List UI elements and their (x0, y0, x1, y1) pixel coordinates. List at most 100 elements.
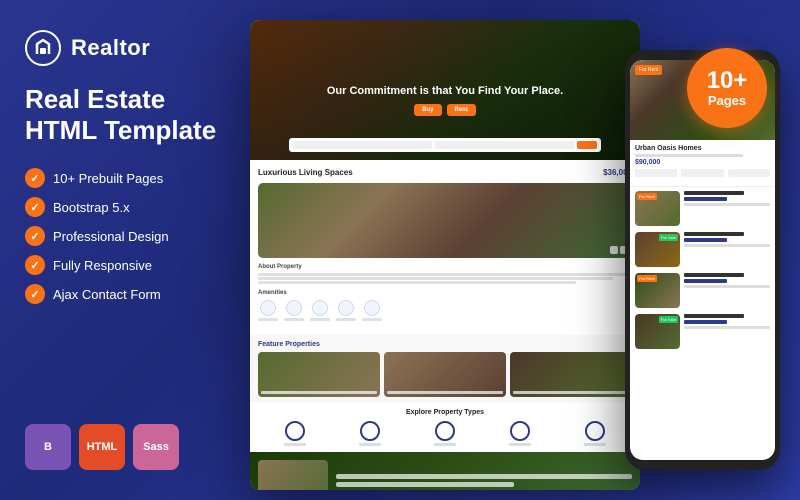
amenity-water (284, 300, 304, 321)
explore-title: Explore Property Types (258, 409, 632, 416)
search-field-1 (293, 141, 432, 149)
amenity-label-4 (336, 318, 356, 321)
text-line-2 (258, 277, 613, 280)
check-icon-prebuilt: ✓ (25, 168, 45, 188)
feature-properties: Feature Properties (250, 335, 640, 403)
listing-meta-2 (684, 244, 770, 247)
card-dot-1 (610, 246, 618, 254)
type-label-5 (584, 443, 606, 446)
type-apartment (284, 421, 306, 446)
mobile-features-row (635, 169, 770, 177)
mobile-card-info: Urban Oasis Homes $90,000 (630, 140, 775, 182)
type-house (584, 421, 606, 446)
amenity-icon-3 (312, 300, 328, 316)
hero-title: Our Commitment is that You Find Your Pla… (327, 84, 563, 98)
listing-price-1 (684, 197, 727, 201)
mobile-feature-2 (681, 169, 723, 177)
listing-title-2 (684, 232, 744, 236)
listing-price-2 (684, 238, 727, 242)
listing-badge-3: For Rent (637, 275, 657, 282)
mobile-listings: For Rent For Sale (630, 191, 775, 349)
mobile-card-address (635, 154, 743, 157)
listing-price-3 (684, 279, 727, 283)
listing-info-4 (684, 314, 770, 349)
left-panel: Realtor Real Estate HTML Template ✓ 10+ … (25, 30, 235, 470)
desktop-mockup-screen: Realtor Our Commitment is that You Find … (250, 20, 640, 490)
text-line-3 (258, 281, 576, 284)
badge-sass-label: Sass (143, 441, 169, 453)
cta-banner (250, 452, 640, 490)
amenities-title: Amenities (258, 290, 632, 296)
feature-label-design: Professional Design (53, 229, 169, 244)
type-label-3 (434, 443, 456, 446)
mobile-card-price: $90,000 (635, 159, 770, 166)
pages-count: 10+ (707, 69, 748, 93)
type-studio (434, 421, 456, 446)
tech-badges: B HTML Sass (25, 424, 235, 470)
hero-search-bar (289, 138, 601, 152)
listing-badge-2: For Sale (659, 234, 678, 241)
mockup-hero: Our Commitment is that You Find Your Pla… (250, 20, 640, 160)
listing-title-1 (684, 191, 744, 195)
badge-sass: Sass (133, 424, 179, 470)
feature-label-bootstrap: Bootstrap 5.x (53, 200, 130, 215)
list-item: For Sale (635, 314, 770, 349)
amenity-icon-2 (286, 300, 302, 316)
badge-html: HTML (79, 424, 125, 470)
feature-item-prebuilt: ✓ 10+ Prebuilt Pages (25, 168, 235, 188)
search-field-2 (435, 141, 574, 149)
list-item: For Rent (635, 191, 770, 226)
listing-image-3: For Rent (635, 273, 680, 308)
prop-mini-1 (258, 352, 380, 397)
amenity-icon-5 (364, 300, 380, 316)
feature-props-title: Feature Properties (258, 341, 632, 348)
amenity-air (258, 300, 278, 321)
amenities-row (258, 300, 632, 321)
amenity-icon-1 (260, 300, 276, 316)
app-name: Realtor (71, 35, 150, 61)
explore-section: Explore Property Types (250, 403, 640, 452)
hero-btn-2[interactable]: Rent (447, 104, 476, 116)
about-section: About Property (258, 264, 632, 284)
list-item: For Rent (635, 273, 770, 308)
listing-image-1: For Rent (635, 191, 680, 226)
cta-text-line-2 (336, 482, 514, 487)
prop-mini-2 (384, 352, 506, 397)
main-container: Realtor Real Estate HTML Template ✓ 10+ … (0, 0, 800, 500)
search-button[interactable] (577, 141, 597, 149)
card-header: Luxurious Living Spaces $36,000 (258, 168, 632, 177)
listing-info-1 (684, 191, 770, 226)
mobile-feature-1 (635, 169, 677, 177)
realtor-logo-icon (25, 30, 61, 66)
amenity-wifi (362, 300, 382, 321)
prop-mini-label-3 (513, 391, 629, 394)
amenity-pool (336, 300, 356, 321)
hero-btn-1[interactable]: Buy (414, 104, 441, 116)
pages-label: Pages (708, 93, 746, 108)
feature-item-bootstrap: ✓ Bootstrap 5.x (25, 197, 235, 217)
prop-mini-label-1 (261, 391, 377, 394)
mockup-area: 10+ Pages Realtor (235, 30, 775, 470)
listing-title-4 (684, 314, 744, 318)
title-block: Real Estate HTML Template (25, 84, 235, 146)
feature-label-ajax: Ajax Contact Form (53, 287, 161, 302)
amenity-label-5 (362, 318, 382, 321)
type-label-4 (509, 443, 531, 446)
listing-image-4: For Sale (635, 314, 680, 349)
check-icon-responsive: ✓ (25, 255, 45, 275)
mobile-divider (630, 186, 775, 187)
listing-info-2 (684, 232, 770, 267)
feature-item-responsive: ✓ Fully Responsive (25, 255, 235, 275)
card-title: Luxurious Living Spaces (258, 168, 353, 177)
type-icon-2 (360, 421, 380, 441)
mobile-feature-3 (728, 169, 770, 177)
hero-buttons: Buy Rent (414, 104, 476, 116)
listing-meta-4 (684, 326, 770, 329)
type-icon-4 (510, 421, 530, 441)
page-title: Real Estate HTML Template (25, 84, 235, 146)
listing-image-2: For Sale (635, 232, 680, 267)
amenities-section: Amenities (258, 290, 632, 321)
cta-text-line-1 (336, 474, 632, 479)
listing-price-4 (684, 320, 727, 324)
listing-badge-4: For Sale (659, 316, 678, 323)
